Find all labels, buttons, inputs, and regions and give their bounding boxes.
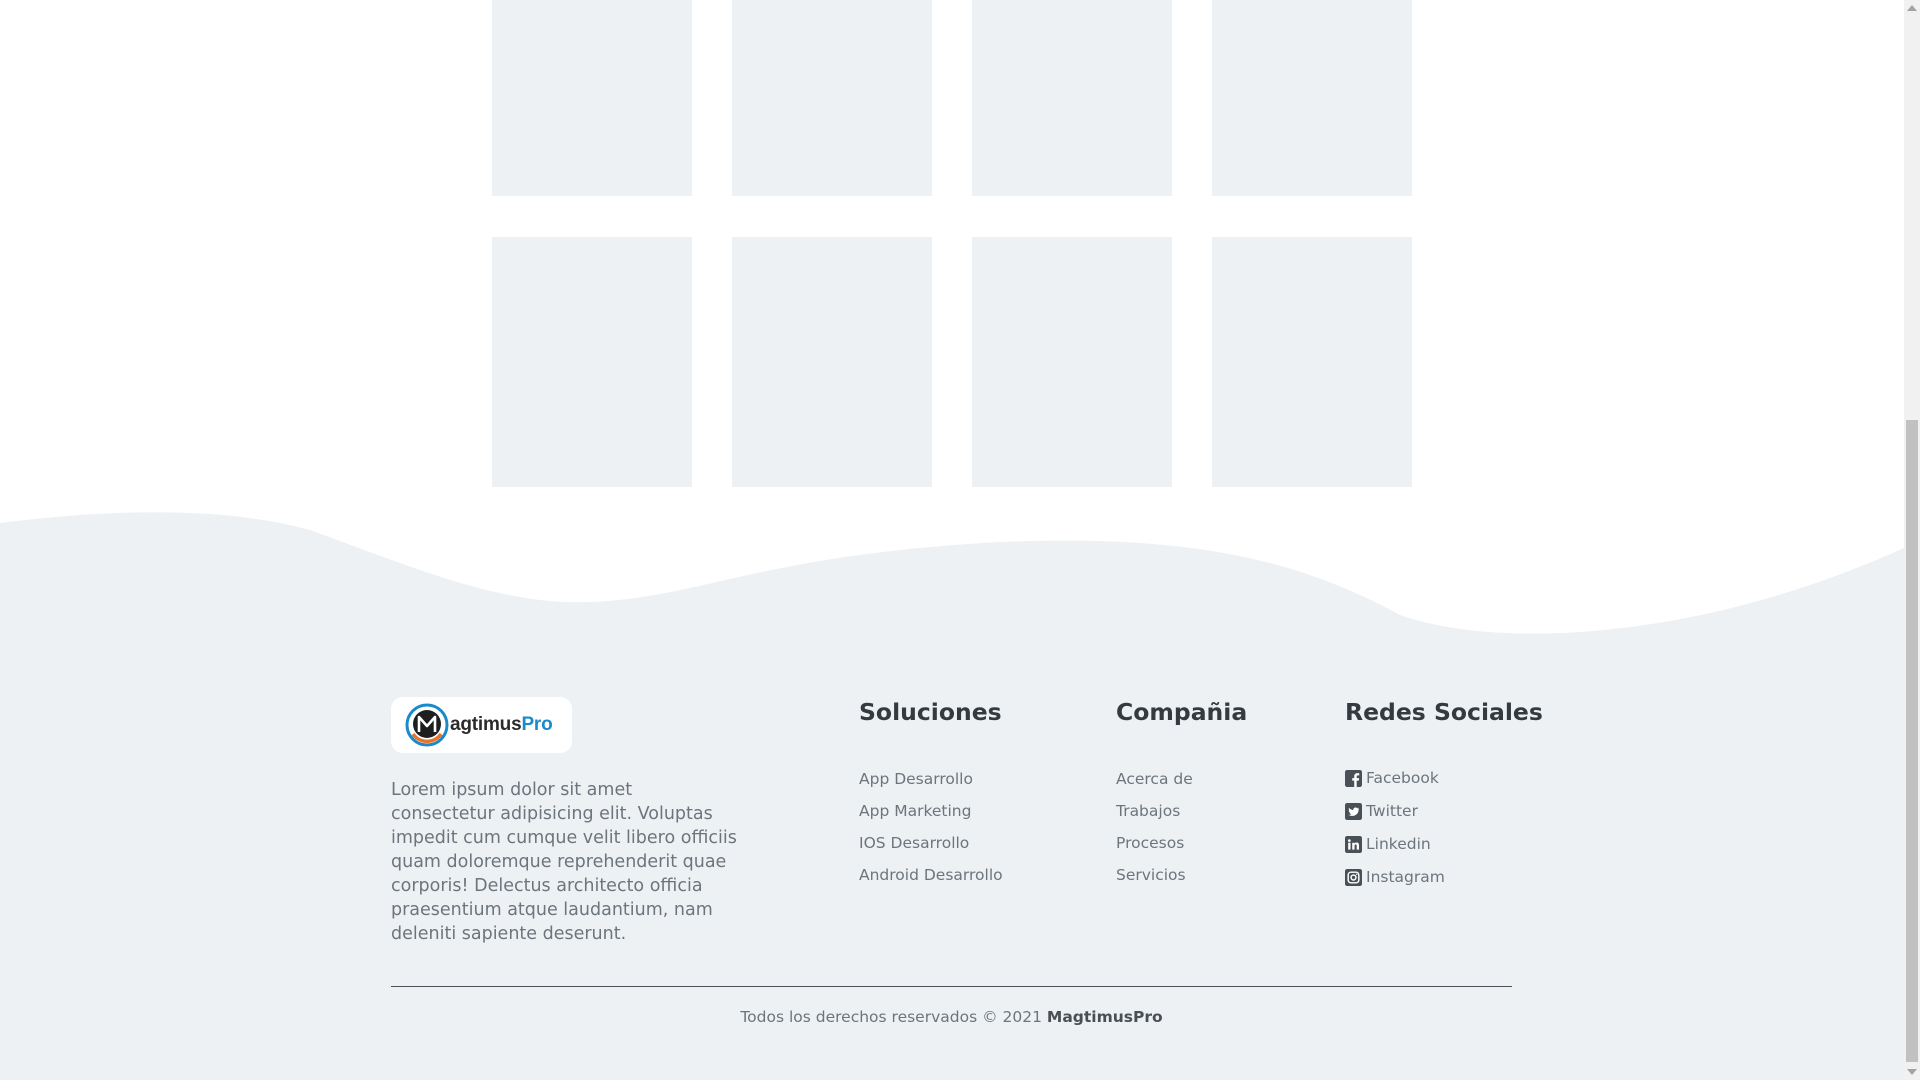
scrollbar-thumb[interactable]: [1906, 420, 1918, 1062]
link-facebook[interactable]: Facebook: [1345, 769, 1445, 802]
social-links: Facebook Twitter Linkedin Instagram: [1345, 769, 1445, 901]
about-text: Lorem ipsum dolor sit amet consectetur a…: [391, 780, 737, 944]
copyright-brand: MagtimusPro: [1046, 1008, 1163, 1026]
magtimus-logo-icon: [405, 703, 449, 747]
link-procesos[interactable]: Procesos: [1116, 834, 1193, 866]
compania-title: Compañia: [1116, 698, 1248, 726]
twitter-label: Twitter: [1366, 802, 1418, 820]
footer-wave: [0, 512, 1904, 660]
link-ios-desarrollo[interactable]: IOS Desarrollo: [859, 834, 1003, 866]
logo-text: agtimusPro: [450, 714, 553, 735]
page: agtimusPro Lorem ipsum dolor sit amet co…: [0, 0, 1904, 1080]
gallery-card: [732, 237, 932, 487]
link-instagram[interactable]: Instagram: [1345, 868, 1445, 901]
scroll-down-arrow-icon[interactable]: [1907, 1069, 1917, 1075]
instagram-label: Instagram: [1366, 868, 1445, 886]
link-twitter[interactable]: Twitter: [1345, 802, 1445, 835]
gallery-card: [972, 237, 1172, 487]
logo[interactable]: agtimusPro: [391, 697, 572, 753]
gallery-card: [492, 237, 692, 487]
link-servicios[interactable]: Servicios: [1116, 866, 1193, 898]
soluciones-title: Soluciones: [859, 698, 1002, 726]
gallery-card: [1212, 237, 1412, 487]
facebook-icon: [1345, 770, 1362, 787]
gallery-card: [732, 0, 932, 196]
scroll-up-arrow-icon[interactable]: [1907, 5, 1917, 11]
twitter-icon: [1345, 803, 1362, 820]
instagram-icon: [1345, 869, 1362, 886]
gallery-card: [492, 0, 692, 196]
linkedin-icon: [1345, 836, 1362, 853]
gallery-card: [1212, 0, 1412, 196]
link-app-desarrollo[interactable]: App Desarrollo: [859, 770, 1003, 802]
soluciones-links: App Desarrollo App Marketing IOS Desarro…: [859, 770, 1003, 898]
linkedin-label: Linkedin: [1366, 835, 1431, 853]
link-acerca-de[interactable]: Acerca de: [1116, 770, 1193, 802]
redes-sociales-title: Redes Sociales: [1345, 698, 1543, 726]
copyright: Todos los derechos reservados © 2021 Mag…: [391, 1008, 1512, 1026]
link-android-desarrollo[interactable]: Android Desarrollo: [859, 866, 1003, 898]
link-app-marketing[interactable]: App Marketing: [859, 802, 1003, 834]
copyright-text: Todos los derechos reservados © 2021: [740, 1008, 1042, 1026]
link-trabajos[interactable]: Trabajos: [1116, 802, 1193, 834]
gallery-card: [972, 0, 1172, 196]
facebook-label: Facebook: [1366, 769, 1439, 787]
footer-divider: [391, 986, 1512, 987]
link-linkedin[interactable]: Linkedin: [1345, 835, 1445, 868]
vertical-scrollbar[interactable]: [1904, 0, 1920, 1080]
compania-links: Acerca de Trabajos Procesos Servicios: [1116, 770, 1193, 898]
